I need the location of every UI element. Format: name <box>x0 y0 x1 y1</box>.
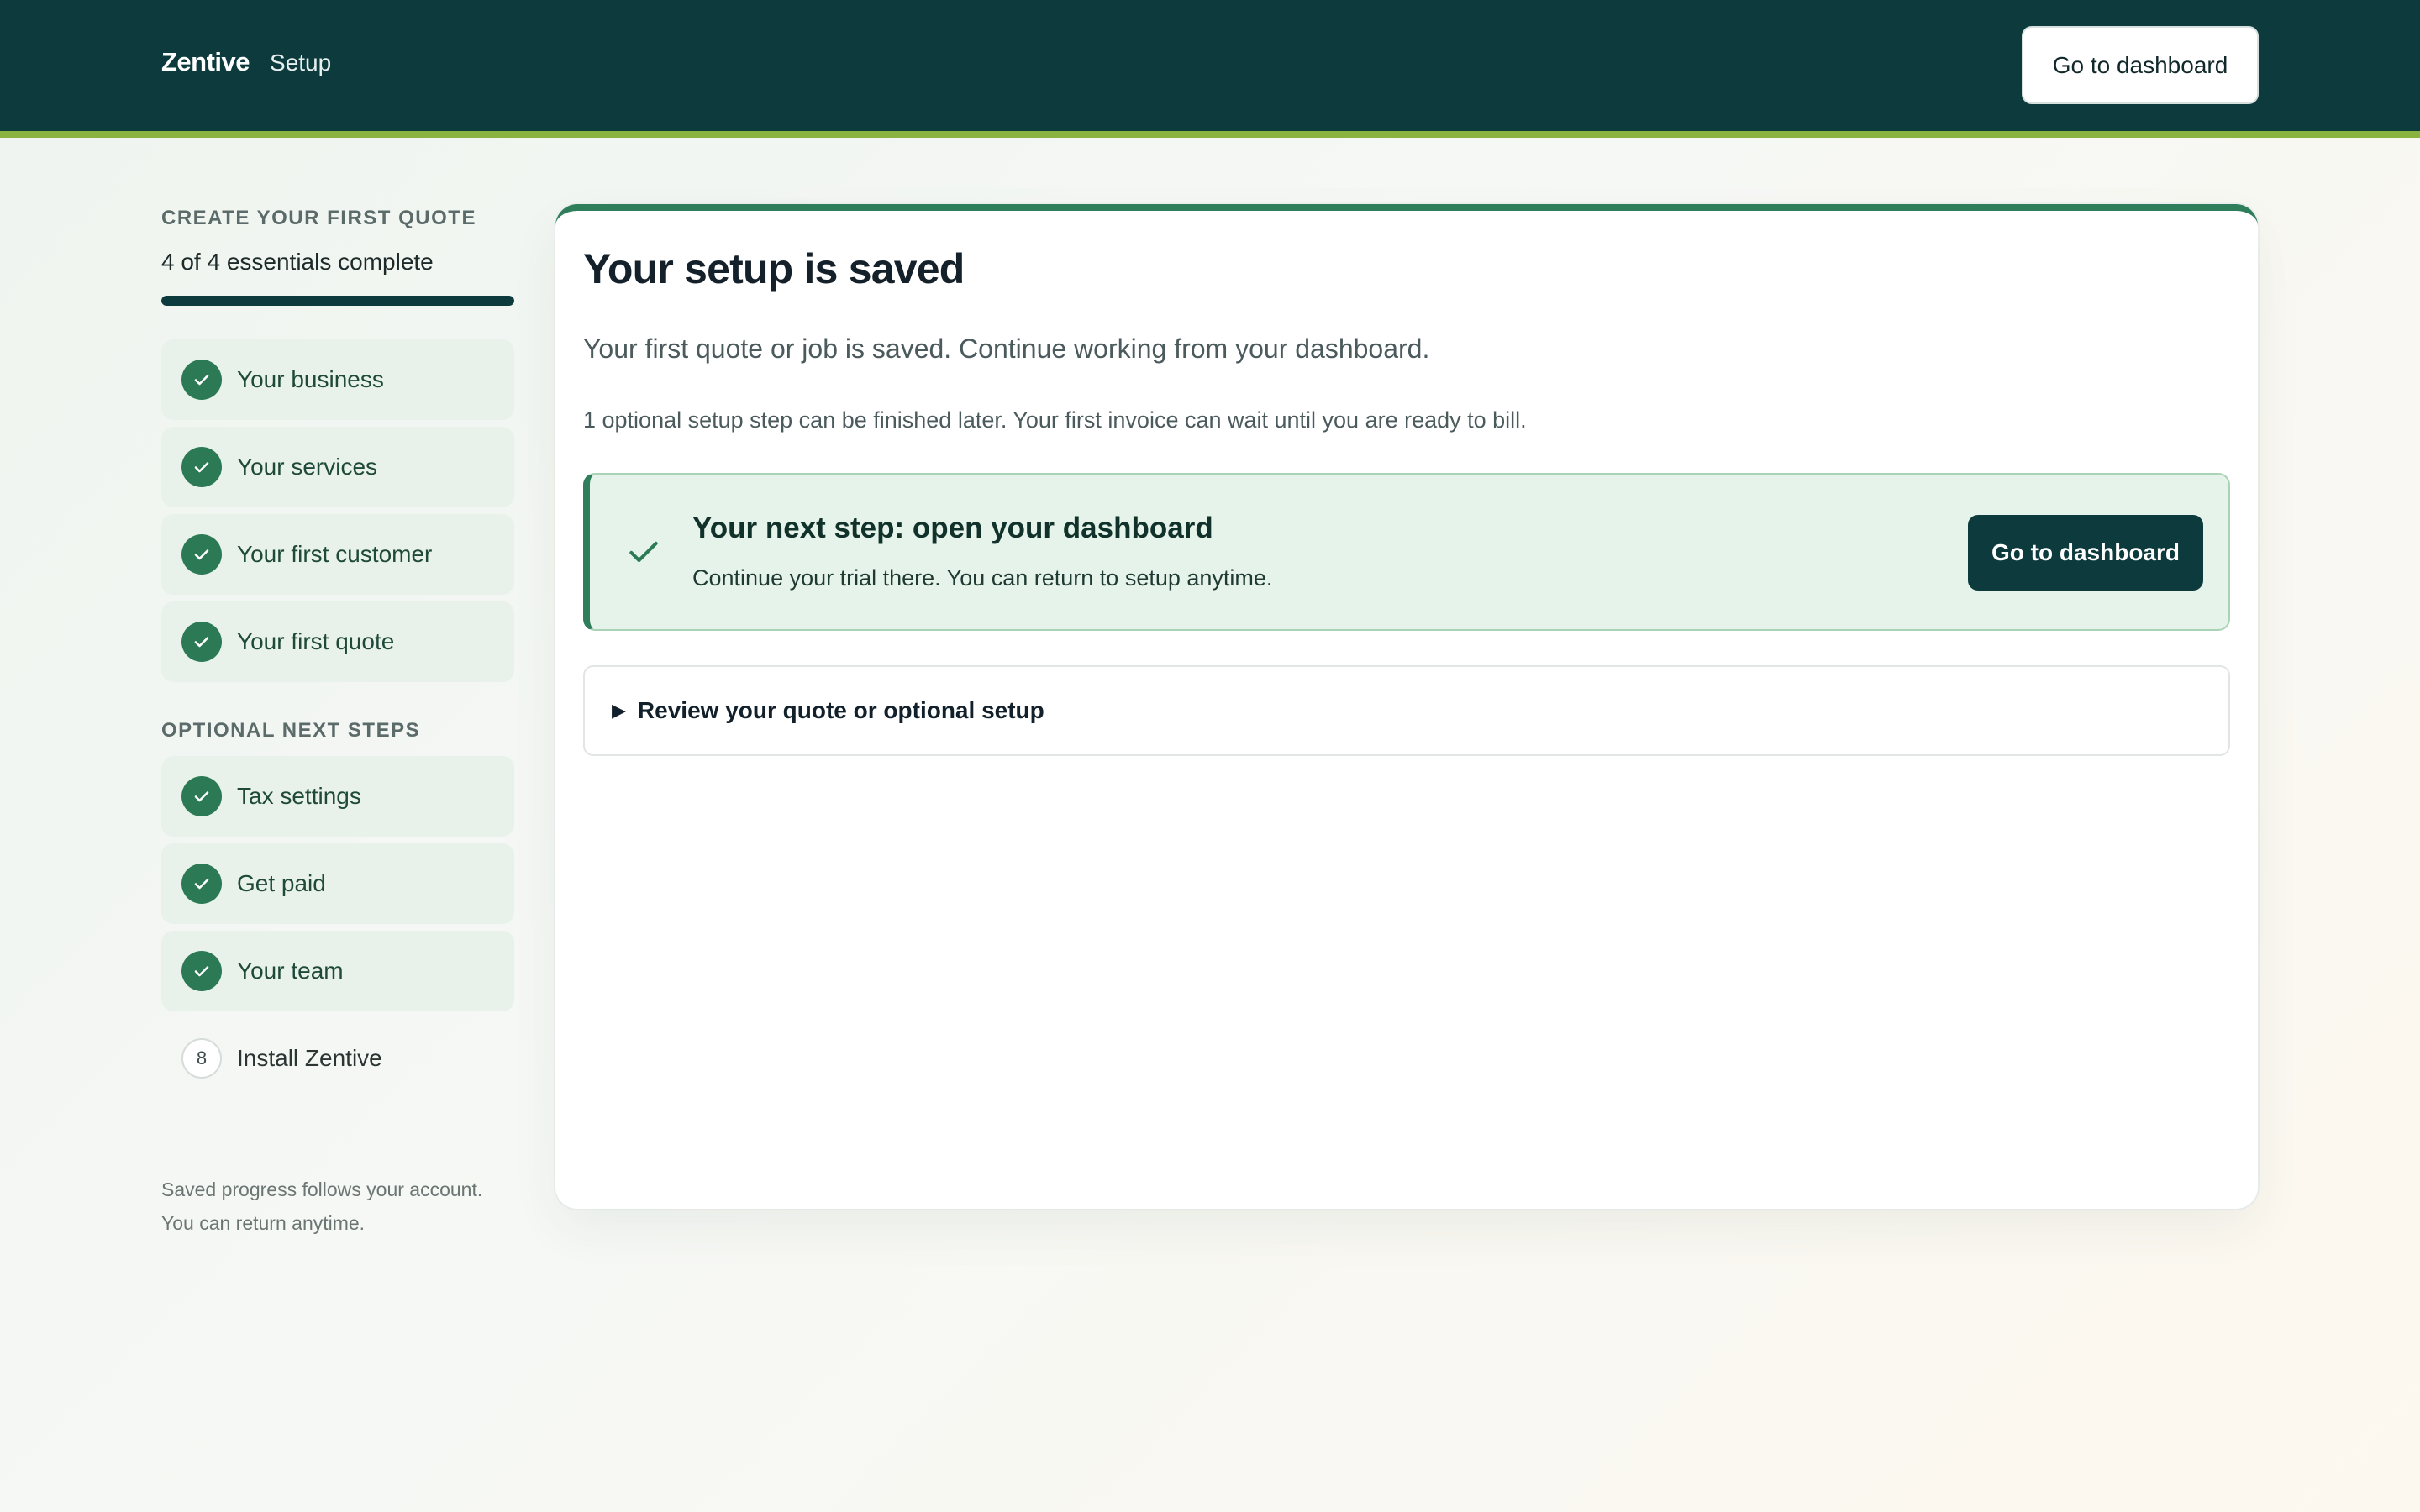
check-icon <box>182 360 222 400</box>
setup-sidebar: CREATE YOUR FIRST QUOTE 4 of 4 essential… <box>161 207 514 1240</box>
check-icon <box>182 534 222 575</box>
essential-steps: Your business Your services Your first c… <box>161 339 514 682</box>
next-step-title: Your next step: open your dashboard <box>692 512 1213 544</box>
next-step-callout: Your next step: open your dashboard Cont… <box>583 473 2230 631</box>
step-your-services[interactable]: Your services <box>161 427 514 507</box>
essentials-heading: CREATE YOUR FIRST QUOTE <box>161 207 476 229</box>
step-label: Get paid <box>237 870 326 896</box>
saved-progress-note-line: Saved progress follows your account. <box>161 1179 483 1200</box>
setup-complete-card: Your setup is saved Your first quote or … <box>555 204 2258 1209</box>
step-your-team[interactable]: Your team <box>161 931 514 1011</box>
review-disclosure[interactable]: ▶ Review your quote or optional setup <box>583 665 2230 756</box>
step-your-business[interactable]: Your business <box>161 339 514 420</box>
optional-steps: Tax settings Get paid Your team 8 Instal… <box>161 756 514 1099</box>
optional-heading: OPTIONAL NEXT STEPS <box>161 719 421 742</box>
progress-text: 4 of 4 essentials complete <box>161 249 434 275</box>
optional-note: 1 optional setup step can be finished la… <box>583 407 1527 433</box>
page-title: Your setup is saved <box>583 245 965 292</box>
step-label: Install Zentive <box>237 1045 382 1071</box>
step-your-first-quote[interactable]: Your first quote <box>161 601 514 682</box>
check-icon <box>182 622 222 662</box>
saved-progress-note: Saved progress follows your account. You… <box>161 1173 514 1240</box>
step-label: Tax settings <box>237 783 361 809</box>
go-to-dashboard-button[interactable]: Go to dashboard <box>1968 515 2203 591</box>
progress-bar <box>161 296 514 306</box>
section-name: Setup <box>270 50 332 76</box>
next-step-subtitle: Continue your trial there. You can retur… <box>692 565 1273 591</box>
header-accent-bar <box>0 131 2420 138</box>
step-install-zentive[interactable]: 8 Install Zentive <box>161 1018 514 1099</box>
check-icon <box>182 951 222 991</box>
lead-text: Your first quote or job is saved. Contin… <box>583 333 1430 364</box>
check-icon <box>625 533 662 575</box>
step-label: Your first quote <box>237 628 395 654</box>
header-dashboard-button[interactable]: Go to dashboard <box>2022 26 2259 104</box>
disclosure-triangle-icon: ▶ <box>612 700 626 721</box>
step-get-paid[interactable]: Get paid <box>161 843 514 924</box>
check-icon <box>182 447 222 487</box>
review-label: Review your quote or optional setup <box>637 697 1044 723</box>
step-label: Your services <box>237 454 378 480</box>
top-bar: Zentive Setup Go to dashboard <box>0 0 2420 131</box>
step-number: 8 <box>182 1038 222 1079</box>
step-label: Your first customer <box>237 541 433 567</box>
progress-bar-fill <box>161 296 514 306</box>
brand-name: Zentive <box>161 47 250 76</box>
step-your-first-customer[interactable]: Your first customer <box>161 514 514 595</box>
check-icon <box>182 776 222 816</box>
step-label: Your business <box>237 366 384 392</box>
brand: Zentive Setup <box>161 47 331 77</box>
check-icon <box>182 864 222 904</box>
step-label: Your team <box>237 958 344 984</box>
step-tax-settings[interactable]: Tax settings <box>161 756 514 837</box>
saved-progress-note-line: You can return anytime. <box>161 1212 366 1234</box>
